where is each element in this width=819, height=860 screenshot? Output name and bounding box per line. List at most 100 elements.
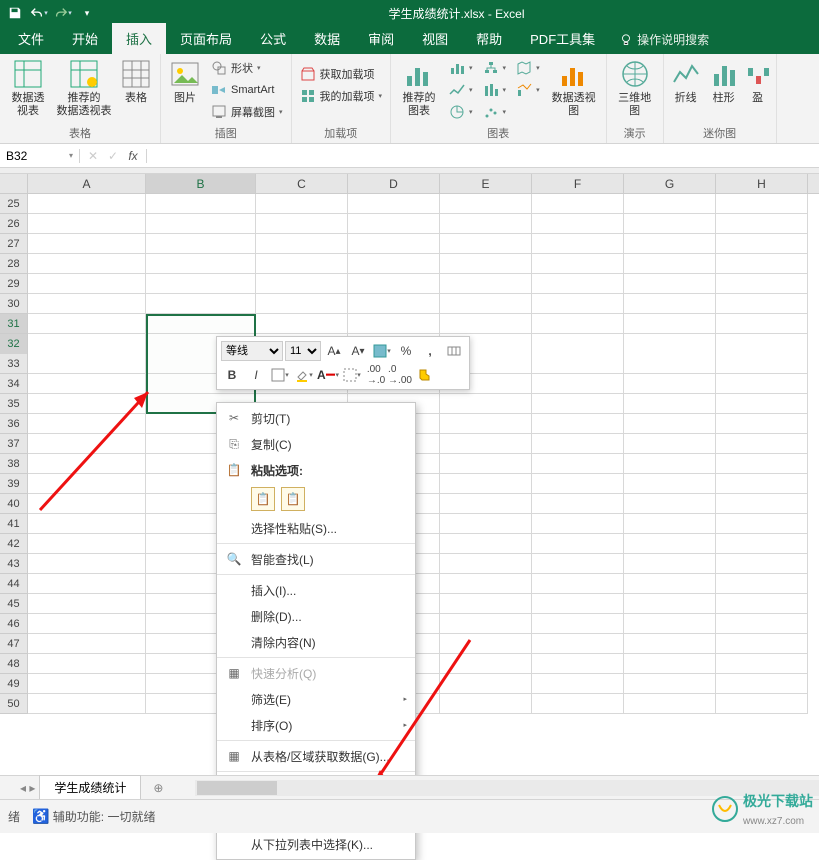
- cell[interactable]: [440, 574, 532, 594]
- font-name-select[interactable]: 等线: [221, 341, 283, 361]
- row-header[interactable]: 25: [0, 194, 28, 214]
- cell[interactable]: [532, 434, 624, 454]
- chart-scatter-button[interactable]: ▾: [479, 102, 511, 122]
- row-header[interactable]: 26: [0, 214, 28, 234]
- cell[interactable]: [624, 394, 716, 414]
- cell[interactable]: [532, 454, 624, 474]
- bold-button[interactable]: B: [221, 365, 243, 385]
- paste-default-button[interactable]: 📋: [251, 487, 275, 511]
- name-box[interactable]: B32▾: [0, 149, 80, 163]
- row-header[interactable]: 43: [0, 554, 28, 574]
- cell[interactable]: [624, 694, 716, 714]
- picture-button[interactable]: 图片: [165, 56, 205, 107]
- menu-copy[interactable]: ⎘复制(C): [217, 431, 415, 457]
- cell[interactable]: [624, 434, 716, 454]
- tab-pdf[interactable]: PDF工具集: [516, 23, 609, 54]
- cell[interactable]: [440, 434, 532, 454]
- row-header[interactable]: 31: [0, 314, 28, 334]
- row-header[interactable]: 40: [0, 494, 28, 514]
- cell[interactable]: [624, 314, 716, 334]
- pivot-table-button[interactable]: 数据透 视表: [4, 56, 52, 120]
- cell[interactable]: [256, 314, 348, 334]
- cell[interactable]: [532, 614, 624, 634]
- decrease-decimal-button[interactable]: .0→.00: [389, 365, 411, 385]
- qat-customize-button[interactable]: ▾: [76, 2, 98, 24]
- cell[interactable]: [440, 454, 532, 474]
- row-header[interactable]: 30: [0, 294, 28, 314]
- cell[interactable]: [716, 554, 808, 574]
- cell[interactable]: [532, 274, 624, 294]
- cell[interactable]: [532, 254, 624, 274]
- row-header[interactable]: 44: [0, 574, 28, 594]
- cell[interactable]: [532, 474, 624, 494]
- cell[interactable]: [532, 214, 624, 234]
- cell[interactable]: [716, 214, 808, 234]
- cell[interactable]: [532, 394, 624, 414]
- increase-decimal-button[interactable]: .00→.0: [365, 365, 387, 385]
- cell[interactable]: [716, 314, 808, 334]
- cell[interactable]: [348, 254, 440, 274]
- tab-file[interactable]: 文件: [4, 23, 58, 54]
- cell[interactable]: [532, 514, 624, 534]
- horizontal-scrollbar[interactable]: [195, 780, 819, 796]
- cell[interactable]: [716, 394, 808, 414]
- increase-font-button[interactable]: A▴: [323, 341, 345, 361]
- cell[interactable]: [256, 294, 348, 314]
- cell[interactable]: [440, 554, 532, 574]
- sheet-nav[interactable]: ◂ ▸: [20, 781, 35, 795]
- cell[interactable]: [624, 594, 716, 614]
- cell[interactable]: [28, 654, 146, 674]
- cell[interactable]: [532, 294, 624, 314]
- menu-from-table[interactable]: ▦从表格/区域获取数据(G)...: [217, 743, 415, 769]
- cell[interactable]: [348, 294, 440, 314]
- percent-button[interactable]: %: [395, 341, 417, 361]
- row-header[interactable]: 45: [0, 594, 28, 614]
- cell[interactable]: [624, 414, 716, 434]
- cell[interactable]: [28, 274, 146, 294]
- cell[interactable]: [256, 234, 348, 254]
- row-header[interactable]: 39: [0, 474, 28, 494]
- cell[interactable]: [440, 674, 532, 694]
- cell[interactable]: [28, 514, 146, 534]
- cell[interactable]: [440, 654, 532, 674]
- cell[interactable]: [624, 374, 716, 394]
- my-addins-button[interactable]: 我的加载项 ▾: [296, 86, 387, 106]
- borders-button[interactable]: ▾: [341, 365, 363, 385]
- cell[interactable]: [348, 274, 440, 294]
- new-sheet-button[interactable]: ⊕: [145, 778, 171, 798]
- cell[interactable]: [532, 554, 624, 574]
- decrease-font-button[interactable]: A▾: [347, 341, 369, 361]
- cell[interactable]: [28, 414, 146, 434]
- cell[interactable]: [532, 694, 624, 714]
- cell[interactable]: [716, 454, 808, 474]
- cell[interactable]: [716, 274, 808, 294]
- col-header-f[interactable]: F: [532, 174, 624, 193]
- menu-cut[interactable]: ✂剪切(T): [217, 405, 415, 431]
- cell[interactable]: [28, 234, 146, 254]
- cell[interactable]: [28, 194, 146, 214]
- row-header[interactable]: 28: [0, 254, 28, 274]
- undo-button[interactable]: ▾: [28, 2, 50, 24]
- cell[interactable]: [28, 354, 146, 374]
- cell[interactable]: [440, 214, 532, 234]
- cell[interactable]: [440, 314, 532, 334]
- row-header[interactable]: 29: [0, 274, 28, 294]
- col-header-h[interactable]: H: [716, 174, 808, 193]
- col-header-d[interactable]: D: [348, 174, 440, 193]
- cell[interactable]: [440, 534, 532, 554]
- cell[interactable]: [624, 534, 716, 554]
- cell[interactable]: [624, 274, 716, 294]
- cell[interactable]: [348, 214, 440, 234]
- cell[interactable]: [716, 354, 808, 374]
- tab-home[interactable]: 开始: [58, 23, 112, 54]
- redo-button[interactable]: ▾: [52, 2, 74, 24]
- cell[interactable]: [716, 694, 808, 714]
- cell[interactable]: [146, 314, 256, 334]
- cell[interactable]: [716, 534, 808, 554]
- cell[interactable]: [440, 594, 532, 614]
- cell[interactable]: [28, 434, 146, 454]
- menu-smart-lookup[interactable]: 🔍智能查找(L): [217, 546, 415, 572]
- cell[interactable]: [440, 514, 532, 534]
- cell[interactable]: [716, 654, 808, 674]
- cell[interactable]: [532, 234, 624, 254]
